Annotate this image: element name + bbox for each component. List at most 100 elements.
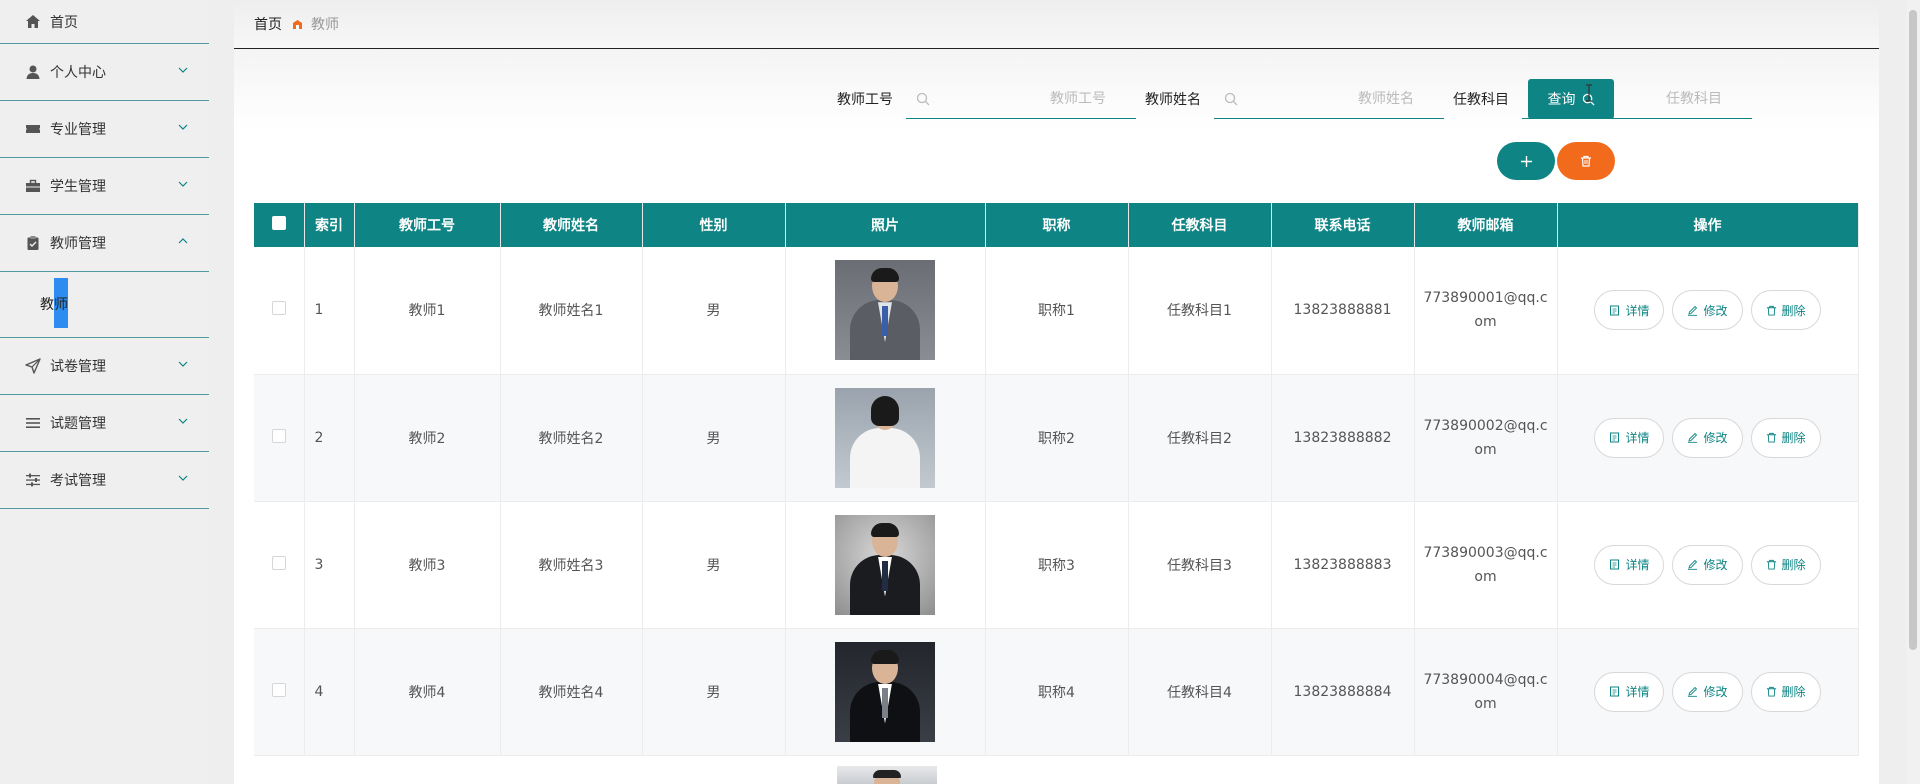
search-teacher-no-field (906, 79, 1136, 119)
breadcrumb-current: 教师 (311, 17, 339, 33)
edit-button[interactable]: 修改 (1672, 290, 1743, 331)
sidebar-item-teacher-management[interactable]: 教师管理 (0, 215, 209, 272)
cell-teacher-no: 教师1 (354, 247, 501, 375)
search-icon (916, 92, 930, 106)
teacher-photo[interactable] (835, 387, 935, 488)
plus-icon (1520, 155, 1532, 167)
edit-label: 修改 (1703, 558, 1728, 572)
photo-figure (871, 395, 899, 426)
search-teacher-name-input[interactable] (1214, 79, 1444, 119)
cell-subject: 任教科目3 (1128, 501, 1272, 629)
sliders-icon (24, 471, 42, 489)
table-row: 2 教师2 教师姓名2 男 职称2 任教科目2 13823888882 7738… (254, 374, 1859, 502)
detail-label: 详情 (1625, 558, 1650, 572)
row-checkbox[interactable] (271, 301, 286, 316)
cell-teacher-no: 教师2 (354, 374, 501, 502)
row-checkbox[interactable] (271, 682, 286, 697)
home-icon (24, 13, 42, 31)
select-all-cell (254, 203, 305, 247)
photo-figure (882, 560, 888, 591)
table-header: 操作 (1557, 203, 1859, 247)
breadcrumb-separator-icon (293, 19, 302, 29)
cell-gender: 男 (642, 501, 786, 629)
cell-phone: 13823888884 (1271, 628, 1415, 756)
sidebar-item-label: 试卷管理 (50, 359, 106, 375)
search-label-teacher-no: 教师工号 (837, 92, 893, 108)
cell-subject: 任教科目4 (1128, 628, 1272, 756)
delete-button[interactable]: 删除 (1750, 544, 1821, 585)
photo-figure (882, 306, 888, 337)
cell-gender: 男 (642, 628, 786, 756)
row-select-cell (254, 374, 305, 502)
chevron-up-icon (178, 238, 188, 244)
sidebar-item-home[interactable]: 首页 (0, 0, 209, 44)
sidebar-item-exam-management[interactable]: 考试管理 (0, 452, 209, 509)
edit-button[interactable]: 修改 (1672, 417, 1743, 458)
edit-icon (1688, 559, 1698, 570)
submenu-item-teacher[interactable]: 教师 (40, 294, 68, 314)
edit-button[interactable]: 修改 (1672, 544, 1743, 585)
teacher-photo[interactable] (835, 641, 935, 742)
search-teacher-name: 教师姓名 (1145, 79, 1445, 119)
cell-teacher-no: 教师3 (354, 501, 501, 629)
page-scrollbar[interactable] (1906, 0, 1920, 784)
detail-button[interactable]: 详情 (1594, 417, 1665, 458)
cell-index: 3 (304, 501, 355, 629)
teacher-submenu: 教师 (0, 272, 209, 338)
cell-phone: 13823888883 (1271, 501, 1415, 629)
sidebar-item-major-management[interactable]: 专业管理 (0, 101, 209, 158)
search-teacher-no: 教师工号 (837, 79, 1137, 119)
breadcrumb-home[interactable]: 首页 (254, 14, 282, 34)
cell-email: 773890004@qq.com (1414, 628, 1558, 756)
table-header: 教师姓名 (500, 203, 643, 247)
sidebar-item-question-management[interactable]: 试题管理 (0, 395, 209, 452)
row-checkbox[interactable] (271, 428, 286, 443)
cell-teacher-no: 教师4 (354, 628, 501, 756)
batch-delete-button[interactable] (1557, 142, 1615, 180)
delete-button[interactable]: 删除 (1750, 290, 1821, 331)
add-teacher-button[interactable] (1497, 142, 1555, 180)
photo-figure (871, 649, 899, 664)
query-button[interactable]: 查询 (1528, 79, 1614, 119)
search-teacher-no-input[interactable] (906, 79, 1136, 119)
sidebar-item-personal-center[interactable]: 个人中心 (0, 44, 209, 101)
sidebar-item-paper-management[interactable]: 试卷管理 (0, 338, 209, 395)
teacher-photo[interactable] (835, 514, 935, 615)
edit-button[interactable]: 修改 (1672, 671, 1743, 712)
detail-label: 详情 (1625, 303, 1650, 318)
trash-icon (1766, 432, 1776, 443)
teacher-photo[interactable] (835, 260, 935, 361)
clipboard-icon (24, 234, 42, 252)
table-row: 3 教师3 教师姓名3 男 职称3 任教科目3 13823888883 7738… (254, 501, 1859, 629)
sidebar-item-student-management[interactable]: 学生管理 (0, 158, 209, 215)
row-checkbox[interactable] (271, 555, 286, 570)
table-header: 索引 (304, 203, 355, 247)
select-all-checkbox[interactable] (271, 216, 286, 230)
search-label-teacher-name: 教师姓名 (1145, 92, 1201, 108)
sidebar-item-label: 个人中心 (50, 65, 106, 81)
detail-button[interactable]: 详情 (1594, 671, 1665, 712)
document-icon (1610, 305, 1620, 316)
cell-index: 4 (304, 628, 355, 756)
cell-photo (785, 374, 986, 502)
detail-button[interactable]: 详情 (1594, 544, 1665, 585)
cell-teacher-name: 教师姓名3 (500, 501, 643, 629)
cell-phone: 13823888881 (1271, 247, 1415, 375)
table-row: 4 教师4 教师姓名4 男 职称4 任教科目4 13823888884 7738… (254, 628, 1859, 756)
delete-button[interactable]: 删除 (1750, 671, 1821, 712)
row-select-cell (254, 628, 305, 756)
scrollbar-thumb[interactable] (1909, 10, 1917, 650)
row-select-cell (254, 247, 305, 375)
sidebar-item-label: 学生管理 (50, 179, 106, 195)
query-button-label: 查询 (1547, 92, 1576, 108)
cell-photo (785, 501, 986, 629)
cell-actions: 详情 修改 删除 (1557, 628, 1859, 756)
delete-button[interactable]: 删除 (1750, 417, 1821, 458)
photo-figure (871, 522, 899, 537)
chevron-down-icon (178, 418, 188, 424)
table-header: 联系电话 (1271, 203, 1415, 247)
detail-button[interactable]: 详情 (1594, 290, 1665, 331)
table-row: 1 教师1 教师姓名1 男 职称1 任教科目1 13823888881 7738… (254, 247, 1859, 375)
table-header: 教师工号 (354, 203, 501, 247)
edit-label: 修改 (1703, 431, 1728, 445)
